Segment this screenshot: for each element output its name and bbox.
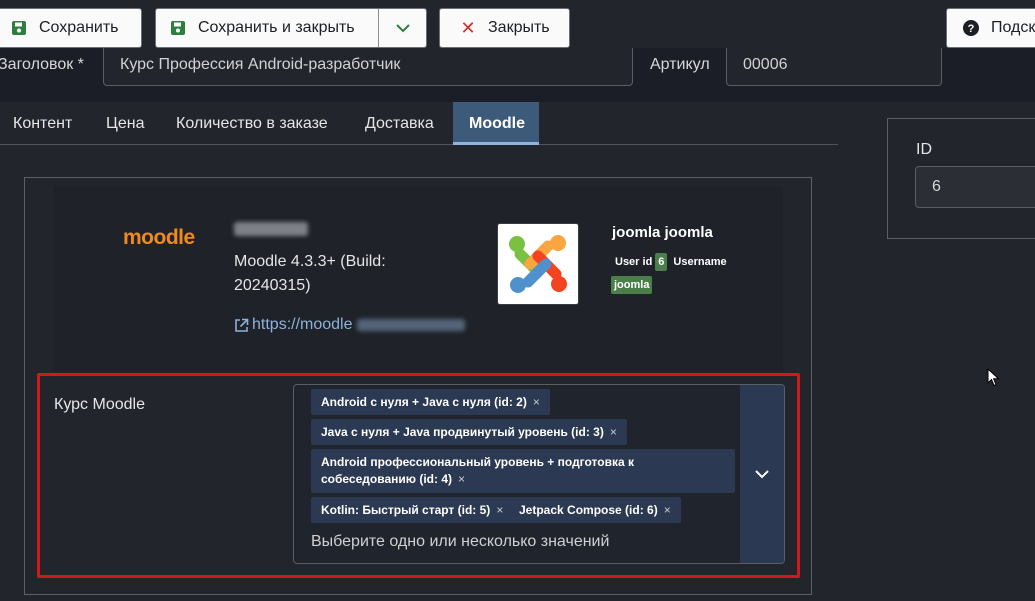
id-field[interactable]: 6 [915,166,1035,208]
close-button[interactable]: ✕ Закрыть [439,8,570,48]
chip-remove-icon[interactable]: × [610,425,617,439]
help-button-label: Подсказка [991,19,1035,36]
joomla-user-name: joomla joomla [612,224,713,241]
selected-course-chip: Java с нуля + Java продвинутый уровень (… [311,419,627,445]
title-input[interactable]: Курс Профессия Android-разработчик [103,48,633,86]
user-id-label: User id [615,256,653,268]
chip-remove-icon[interactable]: × [458,472,465,486]
selected-course-chip: Kotlin: Быстрый старт (id: 5) × [311,497,514,523]
course-multiselect[interactable]: Android с нуля + Java с нуля (id: 2) × Ja… [293,384,785,564]
chevron-down-icon [396,24,410,33]
article-label: Артикул [650,56,710,73]
username-label: Username [673,256,727,268]
moodle-url-text: https://moodle [252,316,353,333]
moodle-version: Moodle 4.3.3+ (Build: 20240315) [234,253,386,294]
course-field-highlight: Курс Moodle Android с нуля + Java с нуля… [37,373,800,578]
moodle-logo: moodle [123,226,195,249]
save-and-close-button[interactable]: Сохранить и закрыть [155,8,427,48]
chip-remove-icon[interactable]: × [664,503,671,517]
moodle-panel: moodle Moodle 4.3.3+ (Build: 20240315) h… [24,177,812,595]
tab-content[interactable]: Контент [13,102,72,145]
chevron-down-icon [755,470,769,479]
id-panel: ID 6 [887,118,1035,239]
selected-course-chip: Jetpack Compose (id: 6) × [509,497,681,523]
question-circle-icon: ? [963,20,979,36]
tab-bar: Контент Цена Количество в заказе Доставк… [0,102,838,145]
course-label: Курс Moodle [54,396,145,413]
course-search-placeholder[interactable]: Выберите одно или несколько значений [311,533,609,551]
chip-label: Jetpack Compose (id: 6) [519,503,658,517]
tab-order-quantity[interactable]: Количество в заказе [176,102,328,145]
chip-label: Android профессиональный уровень + подго… [321,455,634,486]
external-link-icon [235,318,249,332]
url-redacted [356,319,465,331]
selected-course-chip: Android с нуля + Java с нуля (id: 2) × [311,389,550,415]
joomla-logo-icon [497,223,579,305]
chip-remove-icon[interactable]: × [533,395,540,409]
floppy-disk-icon [11,20,27,36]
selected-course-chip: Android профессиональный уровень + подго… [311,449,735,493]
save-and-close-label: Сохранить и закрыть [198,19,355,36]
connection-info: moodle Moodle 4.3.3+ (Build: 20240315) h… [53,186,783,372]
course-dropdown-toggle[interactable] [740,385,784,563]
username-badge: joomla [611,276,653,294]
article-input[interactable]: 00006 [726,48,942,86]
joomla-user-meta: User id 6 Username [612,253,730,271]
chip-label: Java с нуля + Java продвинутый уровень (… [321,425,604,439]
chip-remove-icon[interactable]: × [496,503,503,517]
save-button-label: Сохранить [39,19,119,36]
save-options-dropdown-toggle[interactable] [379,9,427,47]
user-id-badge: 6 [655,253,668,271]
mouse-cursor-icon [987,368,1000,387]
floppy-disk-icon [170,20,186,36]
tab-moodle[interactable]: Moodle [453,102,539,145]
save-button[interactable]: Сохранить [0,8,142,48]
chip-label: Kotlin: Быстрый старт (id: 5) [321,503,491,517]
chip-label: Android с нуля + Java с нуля (id: 2) [321,395,527,409]
moodle-site-link[interactable]: https://moodle [234,316,465,334]
id-label: ID [916,141,932,158]
site-name-redacted [234,222,308,236]
tab-delivery[interactable]: Доставка [365,102,434,145]
help-button[interactable]: ? Подсказка [946,8,1035,48]
close-icon: ✕ [460,17,476,38]
svg-text:?: ? [968,23,975,35]
title-label: Заголовок * [0,56,84,73]
tab-price[interactable]: Цена [106,102,144,145]
close-button-label: Закрыть [488,19,550,36]
